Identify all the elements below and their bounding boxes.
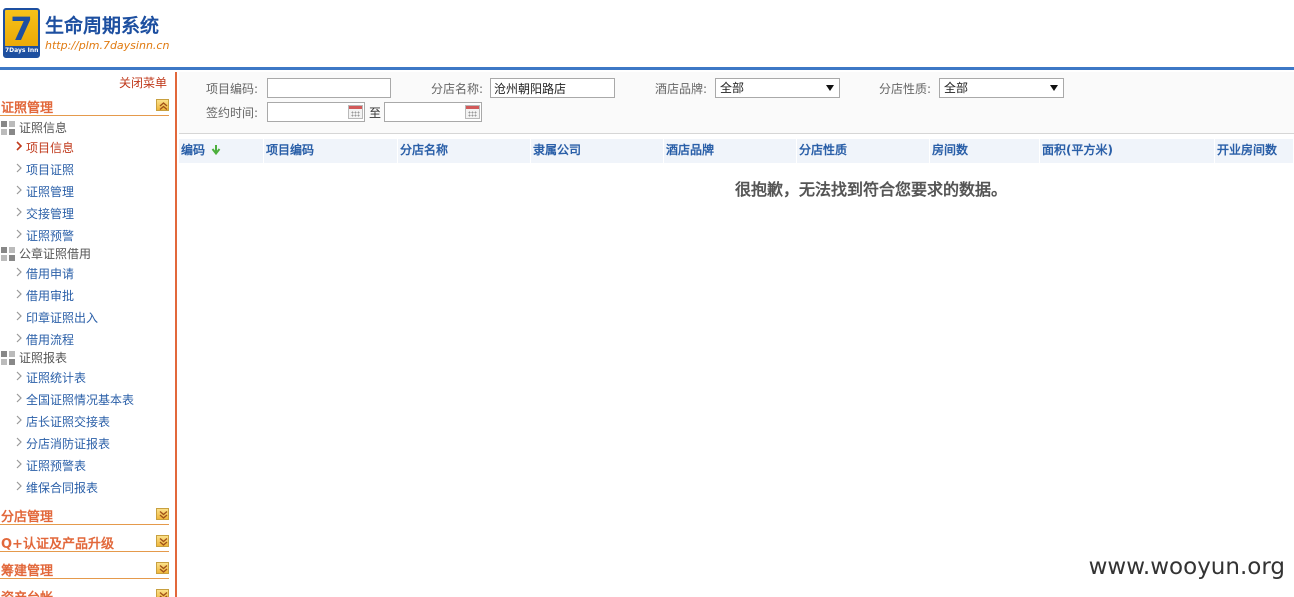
column-header-branch-name[interactable]: 分店名称 xyxy=(398,139,531,163)
sidebar-item-national-report[interactable]: 全国证照情况基本表 xyxy=(15,390,170,408)
hotel-brand-value: 全部 xyxy=(720,81,745,95)
chevron-right-icon xyxy=(16,481,22,491)
watermark: www.wooyun.org xyxy=(1088,554,1285,580)
sort-down-icon[interactable] xyxy=(211,145,221,156)
expand-down-icon[interactable] xyxy=(156,589,169,597)
branch-type-value: 全部 xyxy=(944,81,969,95)
chevron-right-icon xyxy=(16,267,22,277)
chevron-right-icon xyxy=(16,459,22,469)
sidebar-item-borrow-flow[interactable]: 借用流程 xyxy=(15,330,155,348)
chevron-right-icon xyxy=(16,371,22,381)
section-label: 筹建管理 xyxy=(1,564,54,579)
sidebar-item-seal-inout[interactable]: 印章证照出入 xyxy=(15,308,155,326)
column-header-hotel-brand[interactable]: 酒店品牌 xyxy=(664,139,797,163)
dropdown-arrow-icon xyxy=(1050,85,1058,91)
app-header: 7 7Days Inn 生命周期系统 http://plm.7daysinn.c… xyxy=(0,0,1294,68)
empty-result-message: 很抱歉，无法找到符合您要求的数据。 xyxy=(735,180,1008,199)
calendar-icon[interactable] xyxy=(348,105,363,119)
sign-time-from-input[interactable] xyxy=(267,102,365,122)
expand-down-icon[interactable] xyxy=(156,508,169,520)
calendar-icon[interactable] xyxy=(465,105,480,119)
chevron-right-icon xyxy=(16,289,22,299)
header-divider xyxy=(0,67,1294,70)
sidebar-item-project-license[interactable]: 项目证照 xyxy=(15,160,155,178)
sidebar-item-manager-handover-report[interactable]: 店长证照交接表 xyxy=(15,412,170,430)
sidebar-item-borrow-apply[interactable]: 借用申请 xyxy=(15,264,155,282)
chevron-right-icon xyxy=(16,141,23,151)
menu-group-license-report[interactable]: 证照报表 xyxy=(0,348,160,366)
close-menu-link[interactable]: 关闭菜单 xyxy=(119,74,167,91)
column-header-code[interactable]: 编码 xyxy=(179,139,264,163)
grid-icon xyxy=(1,351,15,365)
logo-number: 7 xyxy=(10,10,33,48)
chevron-right-icon xyxy=(16,393,22,403)
section-label: Q+认证及产品升级 xyxy=(1,537,114,552)
project-code-input[interactable] xyxy=(267,78,391,98)
to-label: 至 xyxy=(369,106,382,120)
column-header-branch-type[interactable]: 分店性质 xyxy=(797,139,930,163)
sidebar-item-handover[interactable]: 交接管理 xyxy=(15,204,155,222)
sign-time-to-input[interactable] xyxy=(384,102,482,122)
hotel-brand-select[interactable]: 全部 xyxy=(715,78,840,98)
sidebar-item-borrow-approve[interactable]: 借用审批 xyxy=(15,286,155,304)
grid-icon xyxy=(1,121,15,135)
sidebar-section-assets[interactable]: 资产台帐 xyxy=(0,584,169,597)
chevron-right-icon xyxy=(16,437,22,447)
7days-logo[interactable]: 7 7Days Inn xyxy=(3,8,40,58)
sidebar-section-construction[interactable]: 筹建管理 xyxy=(0,557,169,579)
chevron-right-icon xyxy=(16,207,22,217)
dropdown-arrow-icon xyxy=(826,85,834,91)
hotel-brand-label: 酒店品牌: xyxy=(655,82,708,96)
branch-name-input[interactable] xyxy=(490,78,615,98)
expand-down-icon[interactable] xyxy=(156,535,169,547)
column-header-open-rooms[interactable]: 开业房间数 xyxy=(1215,139,1294,163)
expand-down-icon[interactable] xyxy=(156,562,169,574)
results-table-header: 编码 项目编码 分店名称 隶属公司 酒店品牌 分店性质 房间数 面积(平方米) … xyxy=(179,139,1294,163)
sidebar-section-license[interactable]: 证照管理 xyxy=(0,94,169,116)
chevron-right-icon xyxy=(16,311,22,321)
sidebar-item-license-manage[interactable]: 证照管理 xyxy=(15,182,155,200)
menu-group-seal-borrow[interactable]: 公章证照借用 xyxy=(0,244,160,262)
sidebar-item-fire-license-report[interactable]: 分店消防证报表 xyxy=(15,434,170,452)
search-filters: 项目编码: 分店名称: 酒店品牌: 全部 分店性质: 全部 签约时间: 至 xyxy=(179,72,1294,134)
sidebar-menu: 关闭菜单 证照管理 证照信息 项目信息 项目证照 证照管理 交接管理 证照预警 xyxy=(0,72,177,597)
column-header-project-code[interactable]: 项目编码 xyxy=(264,139,398,163)
sidebar-item-warning-report[interactable]: 证照预警表 xyxy=(15,456,170,474)
system-title: 生命周期系统 xyxy=(45,15,160,37)
section-label: 资产台帐 xyxy=(1,587,53,597)
column-header-area[interactable]: 面积(平方米) xyxy=(1040,139,1215,163)
sidebar-section-q-cert[interactable]: Q+认证及产品升级 xyxy=(0,530,169,552)
sidebar-item-license-warning[interactable]: 证照预警 xyxy=(15,226,155,244)
sign-time-label: 签约时间: xyxy=(206,106,259,120)
chevron-right-icon xyxy=(16,415,22,425)
project-code-label: 项目编码: xyxy=(206,82,259,96)
sidebar-item-project-info[interactable]: 项目信息 xyxy=(15,138,155,156)
system-url: http://plm.7daysinn.cn xyxy=(45,39,170,52)
section-label: 证照管理 xyxy=(1,101,54,116)
logo-text: 7Days Inn xyxy=(5,46,39,56)
section-label: 分店管理 xyxy=(1,510,54,525)
column-header-company[interactable]: 隶属公司 xyxy=(531,139,664,163)
chevron-right-icon xyxy=(16,229,22,239)
sidebar-section-branch[interactable]: 分店管理 xyxy=(0,503,169,525)
menu-group-license-info[interactable]: 证照信息 xyxy=(0,118,160,136)
collapse-up-icon[interactable] xyxy=(156,99,169,111)
grid-icon xyxy=(1,247,15,261)
chevron-right-icon xyxy=(16,185,22,195)
sidebar-item-stats-report[interactable]: 证照统计表 xyxy=(15,368,170,386)
branch-type-select[interactable]: 全部 xyxy=(939,78,1064,98)
branch-name-label: 分店名称: xyxy=(431,82,484,96)
sidebar-item-maintenance-contract-report[interactable]: 维保合同报表 xyxy=(15,478,170,496)
branch-type-label: 分店性质: xyxy=(879,82,932,96)
chevron-right-icon xyxy=(16,333,22,343)
column-header-rooms[interactable]: 房间数 xyxy=(930,139,1040,163)
chevron-right-icon xyxy=(16,163,22,173)
